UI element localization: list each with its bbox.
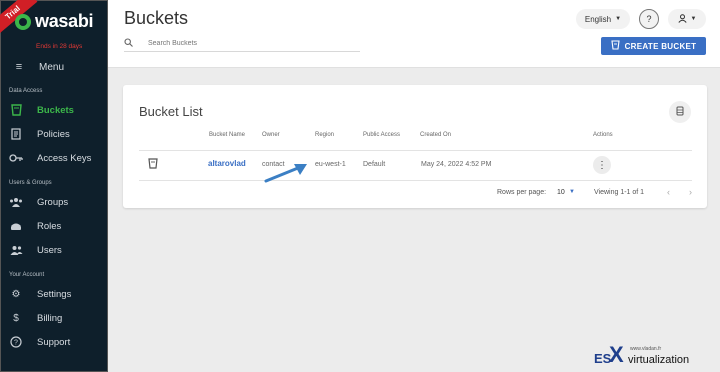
column-header-region[interactable]: Region — [315, 132, 334, 138]
gear-icon: ⚙ — [11, 288, 21, 300]
search-bar — [124, 36, 360, 52]
sidebar-item-roles[interactable]: Roles — [1, 214, 107, 238]
hamburger-icon: ≡ — [15, 61, 23, 73]
create-bucket-label: CREATE BUCKET — [624, 41, 697, 51]
more-vertical-icon: ⋮ — [597, 159, 607, 171]
sidebar-item-buckets[interactable]: Buckets — [1, 98, 107, 122]
bucket-icon — [148, 158, 158, 172]
page-title: Buckets — [124, 8, 189, 28]
users-icon — [9, 243, 23, 257]
sidebar-item-label: Support — [37, 336, 71, 348]
bucket-list-card: Bucket List Bucket Name Owner Region Pub… — [123, 85, 707, 208]
search-icon — [124, 38, 136, 49]
section-data-access: Data Access — [9, 88, 43, 94]
storage-stats-button[interactable] — [669, 101, 691, 123]
column-header-owner[interactable]: Owner — [262, 132, 280, 138]
section-users-groups: Users & Groups — [9, 180, 52, 186]
sidebar-item-support[interactable]: ? Support — [1, 330, 107, 354]
sidebar-item-users[interactable]: Users — [1, 238, 107, 262]
watermark-url: www.vladan.fr — [630, 346, 662, 352]
bucket-icon — [610, 40, 620, 52]
menu-toggle[interactable]: ≡ Menu — [1, 56, 107, 78]
help-button[interactable]: ? — [639, 9, 659, 29]
document-icon — [9, 127, 23, 141]
sidebar-item-label: Users — [37, 244, 62, 256]
language-selector[interactable]: English ▼ — [576, 9, 630, 29]
watermark-suffix: virtualization — [628, 354, 690, 366]
created-on-cell: May 24, 2022 4:52 PM — [421, 161, 492, 168]
sidebar-item-billing[interactable]: $ Billing — [1, 306, 107, 330]
sidebar-item-policies[interactable]: Policies — [1, 122, 107, 146]
chevron-down-icon: ▼ — [615, 16, 622, 22]
sidebar-item-label: Groups — [37, 196, 69, 208]
group-icon — [9, 195, 23, 209]
wasabi-logo-icon — [15, 13, 31, 30]
sidebar-item-settings[interactable]: ⚙ Settings — [1, 282, 107, 306]
sidebar: Trial wasabi Ends in 28 days ≡ Menu Data… — [0, 0, 108, 372]
database-icon — [676, 106, 684, 119]
language-label: English — [584, 14, 612, 24]
chevron-down-icon[interactable]: ▼ — [569, 189, 575, 195]
sidebar-item-access-keys[interactable]: Access Keys — [1, 146, 107, 170]
logo-text: wasabi — [35, 11, 94, 31]
wasabi-logo[interactable]: wasabi — [15, 11, 94, 32]
svg-text:?: ? — [14, 340, 18, 347]
bucket-icon — [9, 103, 23, 117]
account-menu-button[interactable]: ▼ — [668, 9, 706, 29]
sidebar-item-label: Roles — [37, 220, 62, 232]
main-content: Buckets English ▼ ? ▼ CREATE BUCKET — [108, 0, 720, 372]
page-header: Buckets English ▼ ? ▼ CREATE BUCKET — [108, 0, 720, 68]
rows-per-page-label: Rows per page: — [497, 189, 547, 196]
divider — [139, 180, 692, 181]
column-header-public-access[interactable]: Public Access — [363, 132, 400, 138]
menu-label: Menu — [39, 61, 65, 73]
sidebar-item-label: Access Keys — [37, 152, 92, 164]
next-page-icon[interactable]: › — [689, 187, 692, 197]
logo-area: Trial wasabi Ends in 28 days — [0, 0, 107, 56]
user-icon — [677, 13, 687, 25]
column-header-created-on[interactable]: Created On — [420, 132, 451, 138]
help-circle-icon: ? — [9, 335, 23, 349]
section-your-account: Your Account — [9, 272, 45, 278]
region-cell: eu-west-1 — [315, 161, 346, 168]
chevron-down-icon: ▼ — [690, 16, 697, 22]
sidebar-item-groups[interactable]: Groups — [1, 190, 107, 214]
column-header-actions: Actions — [593, 132, 613, 138]
help-icon: ? — [646, 14, 652, 24]
rows-per-page-select[interactable]: 10 — [557, 189, 565, 196]
key-icon — [9, 151, 23, 165]
pagination-range: Viewing 1-1 of 1 — [594, 189, 645, 196]
sidebar-item-label: Policies — [37, 128, 70, 140]
column-header-bucket-name[interactable]: Bucket Name — [209, 132, 245, 138]
trial-ends-notice: Ends in 28 days — [36, 43, 83, 50]
annotation-arrow — [264, 164, 307, 183]
sidebar-item-label: Settings — [37, 288, 72, 300]
divider — [139, 150, 692, 151]
previous-page-icon[interactable]: ‹ — [667, 187, 670, 197]
role-icon — [9, 219, 23, 233]
row-actions-button[interactable]: ⋮ — [593, 156, 611, 174]
card-title: Bucket List — [139, 104, 203, 119]
search-input[interactable] — [148, 40, 328, 47]
public-access-cell: Default — [363, 161, 386, 168]
watermark-x: X — [609, 342, 624, 367]
sidebar-item-label: Billing — [37, 312, 63, 324]
create-bucket-button[interactable]: CREATE BUCKET — [601, 37, 706, 55]
sidebar-item-label: Buckets — [37, 104, 74, 116]
bucket-name-link[interactable]: altarovlad — [208, 159, 246, 168]
dollar-icon: $ — [13, 312, 19, 324]
